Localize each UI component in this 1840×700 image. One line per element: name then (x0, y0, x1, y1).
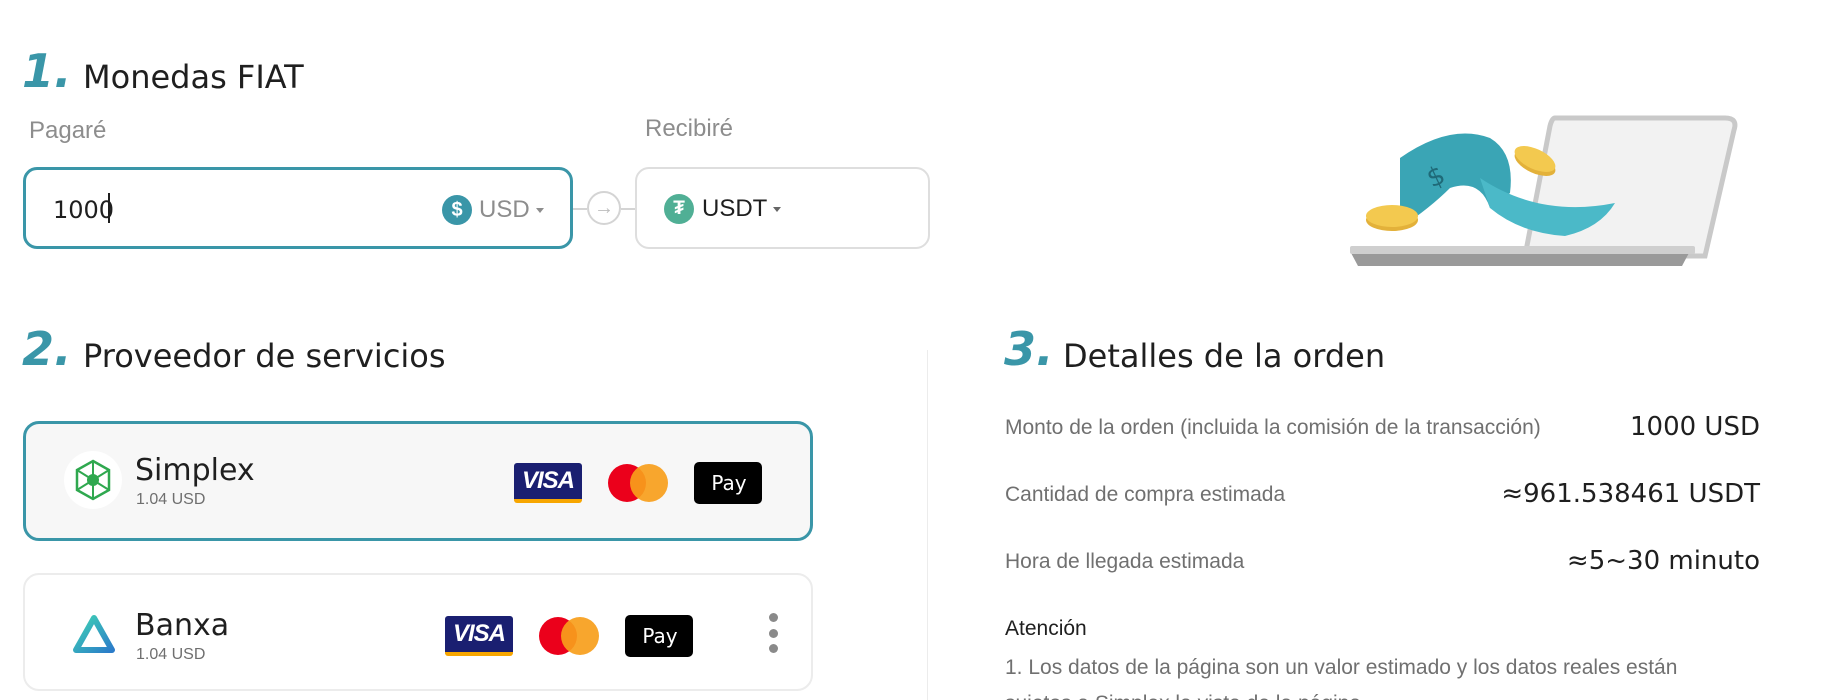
more-options-icon[interactable] (766, 613, 780, 653)
provider-fee: 1.04 USD (136, 646, 206, 663)
laptop-money-illustration: $ (1350, 115, 1738, 266)
banxa-logo-icon (65, 605, 123, 663)
visa-icon: VISA (514, 463, 582, 503)
payment-methods: VISA Pay (445, 615, 693, 657)
attention-title: Atención (1005, 617, 1087, 640)
chevron-down-icon (773, 206, 782, 212)
pay-label: Pagaré (29, 117, 107, 144)
section-title-provider: Proveedor de servicios (83, 337, 446, 375)
chevron-down-icon (535, 207, 544, 213)
pay-currency-label: USD (479, 196, 530, 223)
detail-value-arrival-time: ≈5~30 minuto (1566, 546, 1760, 576)
simplex-logo-icon (64, 451, 122, 509)
connector-line (573, 208, 587, 210)
apple-pay-icon: Pay (625, 615, 693, 657)
detail-label-arrival-time: Hora de llegada estimada (1005, 550, 1245, 573)
detail-value-estimated-purchase: ≈961.538461 USDT (1501, 479, 1760, 509)
receive-currency-box[interactable]: ₮ USDT (635, 167, 930, 249)
apple-pay-icon: Pay (694, 462, 762, 504)
tether-coin-icon: ₮ (664, 194, 694, 224)
payment-methods: VISA Pay (514, 462, 762, 504)
provider-card-banxa[interactable]: Banxa 1.04 USD VISA Pay (23, 573, 813, 691)
provider-name: Simplex (135, 453, 255, 488)
receive-currency-label: USDT (702, 195, 768, 222)
provider-fee: 1.04 USD (136, 491, 206, 508)
section-number-2: 2. (22, 322, 72, 376)
attention-text: 1. Los datos de la página son un valor e… (1005, 656, 1678, 700)
section-title-fiat: Monedas FIAT (83, 58, 304, 96)
text-caret (108, 193, 110, 223)
receive-label: Recibiré (645, 115, 734, 142)
detail-label-estimated-purchase: Cantidad de compra estimada (1005, 483, 1286, 506)
pay-amount-box[interactable]: $ USD (23, 167, 573, 249)
receive-currency-selector[interactable]: ₮ USDT (664, 193, 782, 225)
mastercard-icon (606, 463, 670, 503)
pay-currency-selector[interactable]: $ USD (442, 194, 544, 226)
dollar-coin-icon: $ (442, 195, 472, 225)
arrow-right-icon: → (587, 191, 621, 225)
detail-label-order-amount: Monto de la orden (incluida la comisión … (1005, 416, 1541, 439)
visa-icon: VISA (445, 616, 513, 656)
provider-card-simplex[interactable]: Simplex 1.04 USD VISA Pay (23, 421, 813, 541)
detail-value-order-amount: 1000 USD (1630, 412, 1760, 442)
section-number-1: 1. (22, 44, 72, 98)
mastercard-icon (537, 616, 601, 656)
pay-amount-input[interactable] (53, 192, 353, 228)
connector-line (621, 208, 635, 210)
section-title-order-details: Detalles de la orden (1063, 337, 1386, 375)
column-divider (927, 350, 928, 700)
provider-name: Banxa (135, 608, 230, 643)
section-number-3: 3. (1004, 322, 1054, 376)
